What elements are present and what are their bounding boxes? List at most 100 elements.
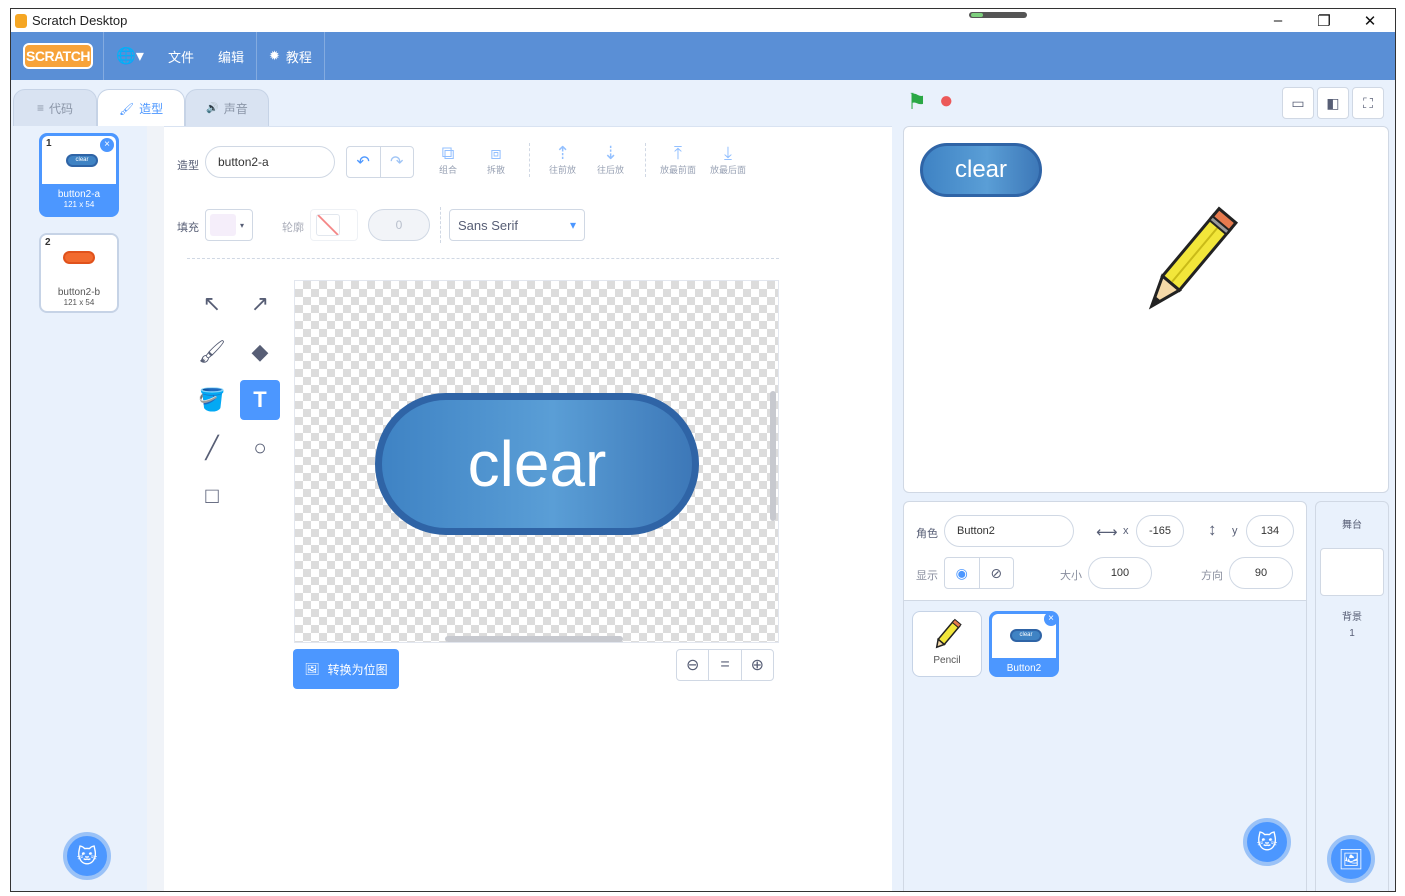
canvas-horizontal-scrollbar[interactable] [445, 636, 623, 642]
file-menu[interactable]: 文件 [156, 32, 206, 80]
minimize-button[interactable]: – [1255, 9, 1301, 32]
costume-item[interactable]: 1 × clear button2-a 121 x 54 [39, 133, 119, 217]
choose-backdrop-button[interactable]: 🖼 [1327, 835, 1375, 883]
delete-sprite-icon[interactable]: × [1044, 612, 1058, 626]
x-arrows-icon: ⟷ [1096, 524, 1118, 541]
costume-item[interactable]: 2 button2-b 121 x 54 [39, 233, 119, 313]
zoom-reset-icon[interactable]: = [709, 650, 742, 680]
sprite-name-label: 角色 [916, 528, 938, 540]
stop-icon[interactable]: ● [939, 87, 954, 115]
tab-sounds[interactable]: 🔊 声音 [185, 89, 269, 127]
text-tool[interactable]: T [240, 380, 280, 420]
scratch-logo[interactable]: SCRATCH [23, 43, 93, 69]
tab-sounds-label: 声音 [223, 101, 248, 116]
zoom-in-icon[interactable]: ⊕ [742, 650, 773, 680]
fill-tool[interactable]: 🪣 [192, 380, 232, 420]
costume-thumb-button: clear [66, 154, 98, 167]
menu-divider [323, 32, 325, 80]
forward-button[interactable]: ⇡ 往前放 [549, 143, 576, 176]
costume-number: 1 [46, 138, 52, 149]
globe-icon: 🌐▾ [116, 48, 144, 65]
language-menu[interactable]: 🌐▾ [104, 32, 156, 80]
back-icon: ⤓ [724, 143, 732, 163]
stage-panel-title: 舞台 [1342, 520, 1362, 531]
choose-sprite-button[interactable]: 🐱 [1243, 818, 1291, 866]
eye-hidden-icon[interactable]: ⊘ [980, 558, 1014, 588]
back-button[interactable]: ⤓ 放最后面 [710, 143, 746, 176]
ungroup-button[interactable]: ⧈ 拆散 [487, 143, 505, 176]
stage-target-panel[interactable]: 舞台 背景 1 🖼 [1315, 501, 1389, 891]
sprite-name: Button2 [1006, 663, 1042, 674]
green-flag-icon[interactable]: ⚑ [907, 89, 927, 115]
back-label: 放最后面 [710, 165, 747, 175]
tutorials-menu[interactable]: ✹ 教程 [257, 32, 324, 80]
sprite-tile-button2[interactable]: × clear Button2 [989, 611, 1059, 677]
show-label: 显示 [916, 570, 938, 582]
costume-name-input[interactable]: button2-a [205, 146, 335, 178]
pencil-sprite[interactable] [1132, 201, 1242, 327]
backward-button[interactable]: ⇣ 往后放 [597, 143, 624, 176]
no-outline-icon [316, 214, 340, 236]
paint-editor: 造型 button2-a ↶ ↷ ⧉ 组合 ⧈ 拆散 ⇡ 往前放 ⇣ 往后放 ⤒ 放最前面… [164, 126, 892, 891]
costume-name: button2-b [57, 287, 101, 298]
tab-code[interactable]: ≡ 代码 [13, 89, 97, 127]
tab-costumes[interactable]: 🖌 造型 [97, 89, 185, 127]
canvas-vertical-scrollbar[interactable] [770, 391, 776, 521]
toolbar-divider [529, 143, 530, 177]
group-icon: ⧉ [441, 143, 455, 163]
outline-width-input[interactable]: 0 [368, 209, 430, 241]
font-value: Sans Serif [458, 217, 518, 233]
sprite-tile-pencil[interactable]: Pencil [912, 611, 982, 677]
delete-costume-icon[interactable]: × [100, 138, 114, 152]
eraser-tool[interactable]: ◆ [240, 332, 280, 372]
backdrop-thumbnail[interactable] [1320, 548, 1384, 596]
front-icon: ⤒ [674, 143, 682, 163]
circle-tool[interactable]: ○ [240, 428, 280, 468]
window-title: Scratch Desktop [32, 13, 128, 28]
sprite-name-input[interactable]: Button2 [944, 515, 1074, 547]
choose-costume-button[interactable]: 🐱 [63, 832, 111, 880]
stage-clear-button-sprite[interactable]: clear [920, 143, 1042, 197]
line-tool[interactable]: ╱ [192, 428, 232, 468]
redo-button[interactable]: ↷ [381, 147, 414, 177]
convert-to-bitmap-button[interactable]: 🖼 转换为位图 [293, 649, 399, 689]
small-stage-button[interactable]: ▭ [1282, 87, 1314, 119]
fullscreen-button[interactable]: ⛶ [1352, 87, 1384, 119]
direction-input[interactable]: 90 [1229, 557, 1293, 589]
font-dropdown[interactable]: Sans Serif ▾ [449, 209, 585, 241]
front-label: 放最前面 [660, 165, 697, 175]
forward-icon: ⇡ [554, 143, 571, 163]
undo-button[interactable]: ↶ [347, 147, 381, 177]
group-button[interactable]: ⧉ 组合 [439, 143, 457, 176]
undo-redo-group: ↶ ↷ [346, 146, 414, 178]
chevron-down-icon: ▾ [240, 220, 245, 230]
reshape-tool[interactable]: ↗ [240, 284, 280, 324]
rectangle-tool[interactable]: □ [192, 476, 232, 516]
x-position-input[interactable]: -165 [1136, 515, 1184, 547]
select-tool[interactable]: ↖ [192, 284, 232, 324]
y-position-input[interactable]: 134 [1246, 515, 1294, 547]
forward-label: 往前放 [549, 165, 577, 175]
costume-thumbnail: 1 × clear [42, 136, 116, 184]
paint-canvas[interactable]: clear [294, 280, 779, 643]
close-button[interactable]: ✕ [1347, 9, 1393, 32]
size-input[interactable]: 100 [1088, 557, 1152, 589]
fill-swatch [210, 214, 236, 236]
normal-stage-button[interactable]: ◧ [1317, 87, 1349, 119]
eye-icon[interactable]: ◉ [945, 558, 980, 588]
x-label: x [1123, 525, 1129, 537]
fill-color-picker[interactable]: ▾ [205, 209, 253, 241]
app-window: Scratch Desktop – ❐ ✕ SCRATCH 🌐▾ 文件 编辑 ✹… [10, 8, 1396, 892]
ungroup-label: 拆散 [487, 165, 506, 175]
brush-tool[interactable]: 🖌 [192, 332, 232, 372]
front-button[interactable]: ⤒ 放最前面 [660, 143, 696, 176]
outline-label: 轮廓 [282, 222, 304, 234]
edit-menu[interactable]: 编辑 [206, 32, 256, 80]
outline-color-picker[interactable] [310, 209, 358, 241]
canvas-button-shape[interactable]: clear [375, 393, 699, 535]
stage[interactable]: clear [903, 126, 1389, 493]
costume-list-scrollbar[interactable] [147, 126, 164, 891]
restore-button[interactable]: ❐ [1301, 9, 1347, 32]
zoom-out-icon[interactable]: ⊖ [677, 650, 710, 680]
scratch-app-icon [15, 13, 27, 28]
